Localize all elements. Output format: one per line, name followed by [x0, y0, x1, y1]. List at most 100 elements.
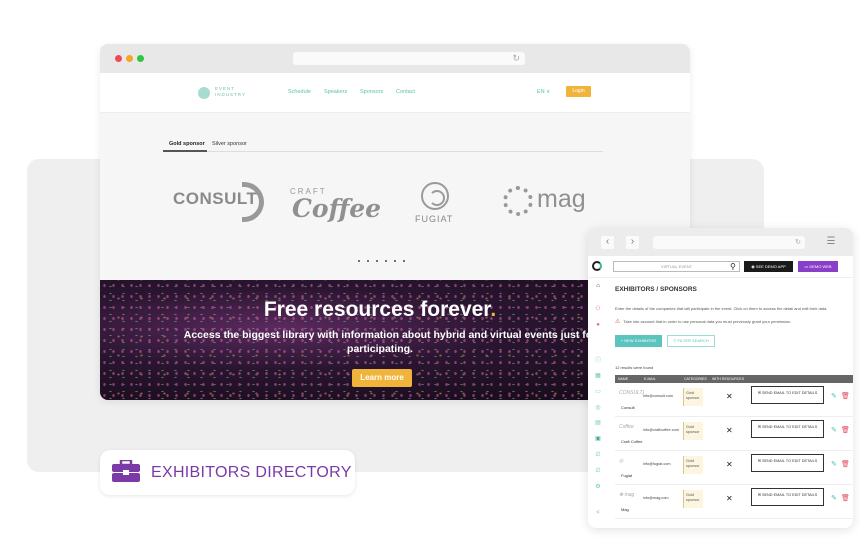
send-email-button[interactable]: ✉ SEND EMAIL TO EDIT DETAILS — [751, 454, 824, 472]
row-name[interactable]: Fugiat — [621, 473, 632, 478]
home-icon[interactable]: ⌂ — [595, 283, 601, 289]
carousel-dot[interactable] — [358, 260, 360, 262]
language-selector[interactable]: EN ∨ — [537, 89, 550, 95]
close-window-dot[interactable] — [115, 55, 122, 62]
edit-icon[interactable]: ✎ — [831, 426, 837, 434]
table-header: NAME E-MAIL CATEGORIES WITH RESOURCES — [615, 375, 853, 383]
reload-icon[interactable]: ↻ — [795, 236, 801, 249]
column-header-with-resources[interactable]: WITH RESOURCES — [712, 377, 744, 381]
minimize-window-dot[interactable] — [126, 55, 133, 62]
share-icon[interactable]: < — [595, 510, 601, 516]
hamburger-menu-icon[interactable]: ☰ — [825, 236, 837, 248]
feature-title: EXHIBITORS DIRECTORY — [151, 464, 352, 481]
exhibitors-table: NAME E-MAIL CATEGORIES WITH RESOURCES CO… — [615, 375, 853, 519]
carousel-dot[interactable] — [367, 260, 369, 262]
carousel-dot[interactable] — [403, 260, 405, 262]
column-header-name[interactable]: NAME — [618, 377, 628, 381]
address-bar[interactable]: ↻ — [293, 52, 525, 65]
admin-browser-chrome: ‹ › ↻ ☰ — [588, 228, 853, 256]
see-demo-app-button[interactable]: ◉ SEE DEMO APP — [744, 261, 793, 272]
ticket-icon[interactable]: ▤ — [595, 420, 601, 426]
table-row[interactable]: ❋ mag Mag info@mag.com Gold sponsor ✕ ✉ … — [615, 485, 853, 519]
sponsor-logo-coffee[interactable]: Coffee — [292, 194, 381, 223]
nav-sponsors[interactable]: Sponsors — [360, 89, 383, 95]
row-email: info@mag.com — [643, 496, 669, 500]
warning-text: Take into account that in order to use p… — [623, 319, 792, 324]
location-icon[interactable]: ◎ — [595, 405, 601, 411]
learn-more-button[interactable]: Learn more — [352, 369, 412, 387]
hero-subtitle-line-2: participating. — [347, 343, 413, 355]
back-icon[interactable]: ‹ — [601, 236, 614, 249]
exhibitors-directory-label: EXHIBITORS DIRECTORY — [100, 450, 355, 495]
attachment-icon[interactable]: ∅ — [595, 468, 601, 474]
sponsor-logo-mag[interactable]: mag — [537, 185, 586, 214]
event-search-input[interactable]: VIRTUAL EVENT — [613, 261, 740, 272]
row-name[interactable]: Craft Coffee — [621, 439, 643, 444]
info-icon[interactable]: ⓘ — [595, 358, 601, 364]
new-exhibitor-button[interactable]: + NEW EXHIBITOR — [615, 335, 662, 347]
fugiat-spiral-icon — [421, 182, 449, 210]
calendar-icon[interactable]: ▦ — [595, 373, 601, 379]
admin-logo-icon[interactable] — [592, 261, 602, 271]
results-count: 12 results were found — [615, 365, 654, 370]
row-logo: Coffee — [619, 424, 634, 430]
table-row[interactable]: ◎ Fugiat info@fugiat.com Gold sponsor ✕ … — [615, 451, 853, 485]
delete-icon[interactable]: 🗑 — [841, 494, 850, 502]
link-icon[interactable]: ∅ — [595, 452, 601, 458]
table-row[interactable]: CONSULT) Consult info@consult.com Gold s… — [615, 383, 853, 417]
edit-icon[interactable]: ✎ — [831, 494, 837, 502]
hero-title-text: Free resources forever — [263, 298, 491, 321]
row-category: Gold sponsor — [683, 456, 703, 474]
nav-contact[interactable]: Contact — [396, 89, 415, 95]
sponsor-logo-fugiat[interactable]: FUGIAT — [415, 214, 453, 224]
send-email-button[interactable]: ✉ SEND EMAIL TO EDIT DETAILS — [751, 488, 824, 506]
column-header-categories[interactable]: CATEGORIES — [684, 377, 707, 381]
edit-icon[interactable]: ✎ — [831, 392, 837, 400]
hero-subtitle-line-1: Access the biggest library with informat… — [183, 329, 597, 341]
users-icon[interactable]: ⚇ — [595, 306, 601, 312]
carousel-dot[interactable] — [376, 260, 378, 262]
settings-icon[interactable]: ⚙ — [595, 484, 601, 490]
row-name[interactable]: Mag — [621, 507, 629, 512]
search-icon[interactable]: ⚲ — [730, 261, 736, 272]
section-description: Enter the details of the companies that … — [615, 306, 828, 311]
send-email-button[interactable]: ✉ SEND EMAIL TO EDIT DETAILS — [751, 420, 824, 438]
forward-icon[interactable]: › — [626, 236, 639, 249]
maximize-window-dot[interactable] — [137, 55, 144, 62]
admin-address-bar[interactable]: ↻ — [653, 236, 805, 249]
send-email-button[interactable]: ✉ SEND EMAIL TO EDIT DETAILS — [751, 386, 824, 404]
nav-speakers[interactable]: Speakers — [324, 89, 347, 95]
delete-icon[interactable]: 🗑 — [841, 460, 850, 468]
tab-gold-sponsor[interactable]: Gold sponsor — [163, 139, 207, 152]
chat-icon[interactable]: ● — [595, 322, 601, 328]
hero-title-dot: . — [490, 298, 497, 321]
filter-search-button[interactable]: ▽ FILTER SEARCH — [667, 335, 715, 347]
row-category: Gold sponsor — [683, 490, 703, 508]
admin-browser-window: ‹ › ↻ ☰ VIRTUAL EVENT ⚲ ◉ SEE DEMO APP ▭… — [588, 228, 853, 528]
login-button[interactable]: Login — [566, 86, 591, 97]
demo-web-button[interactable]: ▭ DEMO WEB — [798, 261, 838, 272]
carousel-dot[interactable] — [385, 260, 387, 262]
image-icon[interactable]: ▭ — [595, 389, 601, 395]
brand-line-2: INDUSTRY — [215, 92, 246, 97]
column-header-email[interactable]: E-MAIL — [644, 377, 656, 381]
no-resources-icon: ✕ — [726, 494, 733, 503]
row-email: info@consult.com — [643, 394, 674, 398]
edit-icon[interactable]: ✎ — [831, 460, 837, 468]
exhibitors-icon[interactable]: ▣ — [595, 436, 601, 442]
row-name[interactable]: Consult — [621, 405, 635, 410]
browser-chrome: ↻ — [100, 44, 690, 73]
row-logo: ❋ mag — [619, 492, 635, 498]
permission-warning: ⚠ Take into account that in order to use … — [615, 318, 791, 325]
brand-logo-icon[interactable] — [198, 87, 210, 99]
table-row[interactable]: Coffee Craft Coffee info@craftcoffee.com… — [615, 417, 853, 451]
tab-silver-sponsor[interactable]: Silver sponsor — [212, 139, 247, 152]
carousel-dot[interactable] — [394, 260, 396, 262]
row-category: Gold sponsor — [683, 388, 703, 406]
delete-icon[interactable]: 🗑 — [841, 426, 850, 434]
brand-logo-text[interactable]: EVENT INDUSTRY — [215, 86, 246, 98]
row-email: info@craftcoffee.com — [643, 428, 679, 432]
nav-schedule[interactable]: Schedule — [288, 89, 311, 95]
reload-icon[interactable]: ↻ — [512, 52, 520, 65]
delete-icon[interactable]: 🗑 — [841, 392, 850, 400]
